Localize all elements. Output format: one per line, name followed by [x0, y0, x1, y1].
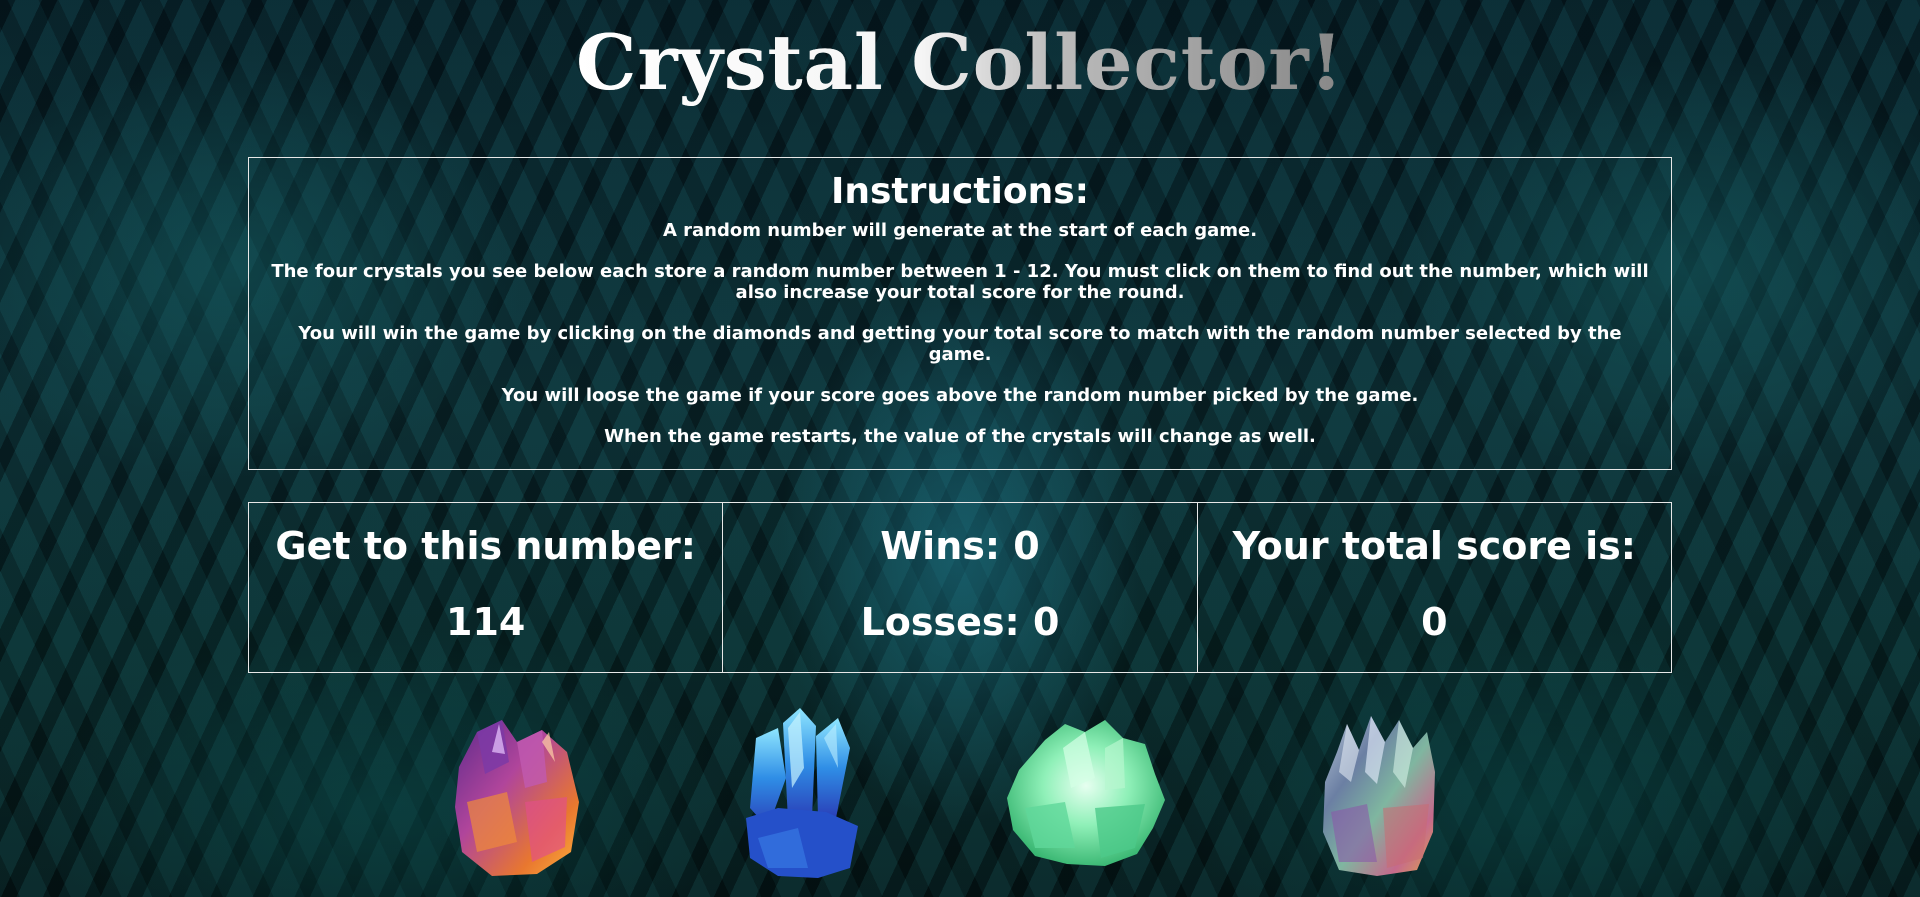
game-title-text: Crystal Collector!	[576, 18, 1344, 107]
instructions-heading: Instructions:	[830, 171, 1090, 212]
blue-crystal-icon	[746, 708, 858, 878]
target-label: Get to this number:	[275, 524, 696, 568]
score-box: Your total score is: 0	[1196, 502, 1672, 673]
crystal-button-2[interactable]	[738, 708, 866, 880]
crystal-button-3[interactable]	[1005, 718, 1167, 868]
target-value: 114	[446, 600, 526, 644]
losses-counter: Losses: 0	[860, 600, 1060, 644]
crystal-row	[0, 706, 1920, 886]
instruction-line-2: The four crystals you see below each sto…	[271, 261, 1649, 303]
score-label: Your total score is:	[1232, 524, 1636, 568]
green-crystal-icon	[1007, 720, 1165, 866]
instructions-panel: Instructions: A random number will gener…	[248, 157, 1672, 470]
target-number-box: Get to this number: 114	[248, 502, 724, 673]
instruction-line-4: You will loose the game if your score go…	[501, 385, 1419, 406]
instruction-line-5: When the game restarts, the value of the…	[604, 426, 1316, 447]
rainbow-crystal-icon	[1323, 716, 1435, 876]
stats-panel: Get to this number: 114 Wins: 0 Losses: …	[248, 502, 1672, 673]
wins-counter: Wins: 0	[880, 524, 1040, 568]
purple-orange-crystal-icon	[455, 720, 579, 876]
crystal-button-4[interactable]	[1317, 712, 1441, 878]
game-title: Crystal Collector!	[0, 18, 1920, 108]
crystal-button-1[interactable]	[447, 712, 587, 880]
instruction-line-1: A random number will generate at the sta…	[662, 220, 1258, 241]
score-value: 0	[1421, 600, 1448, 644]
wins-losses-box: Wins: 0 Losses: 0	[722, 502, 1198, 673]
instruction-line-3: You will win the game by clicking on the…	[298, 323, 1622, 365]
